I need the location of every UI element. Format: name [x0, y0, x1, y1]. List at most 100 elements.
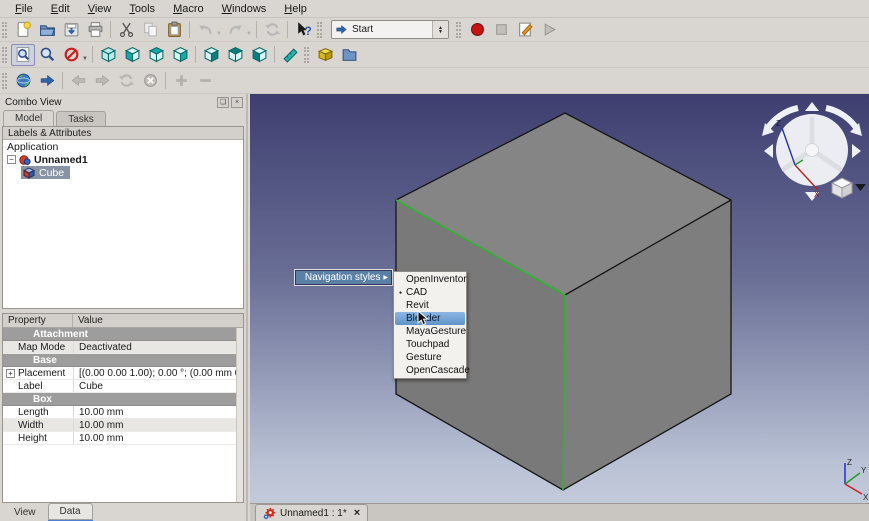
- measure-button[interactable]: [278, 44, 302, 66]
- submenu-item[interactable]: ● OpenCascade: [395, 364, 470, 377]
- nav-arrow-up-icon[interactable]: [805, 102, 819, 111]
- copy-button[interactable]: [138, 19, 162, 41]
- toolbar-grip[interactable]: [304, 46, 309, 63]
- panel-float-button[interactable]: ❏: [217, 96, 229, 108]
- menu-item[interactable]: Macro: [164, 1, 213, 17]
- property-value[interactable]: 10.00 mm: [73, 406, 243, 418]
- property-value[interactable]: 10.00 mm: [73, 432, 243, 444]
- draw-style-dropdown-icon[interactable]: ▼: [82, 56, 89, 62]
- view-rear-button[interactable]: [199, 44, 223, 66]
- zoom-out-button[interactable]: [193, 70, 217, 92]
- whats-this-button[interactable]: ?: [291, 19, 315, 41]
- create-group-button[interactable]: [337, 44, 361, 66]
- toolbar-grip[interactable]: [2, 21, 7, 38]
- nav-mini-cube-menu[interactable]: [830, 177, 866, 199]
- menu-item[interactable]: View: [79, 1, 121, 17]
- macro-edit-button[interactable]: [513, 19, 537, 41]
- save-button[interactable]: [59, 19, 83, 41]
- stop-load-button[interactable]: [138, 70, 162, 92]
- property-value[interactable]: [(0.00 0.00 1.00); 0.00 °; (0.00 mm 0.00…: [73, 367, 243, 379]
- property-value[interactable]: 10.00 mm: [73, 419, 243, 431]
- menu-item-navigation-styles[interactable]: Navigation styles ▶: [296, 271, 391, 284]
- new-document-button[interactable]: [11, 19, 35, 41]
- panel-close-button[interactable]: ×: [231, 96, 243, 108]
- property-row[interactable]: + Length 10.00 mm: [3, 406, 243, 419]
- workbench-spinner[interactable]: ▲ ▼: [432, 21, 448, 38]
- collapse-icon[interactable]: −: [7, 155, 16, 164]
- value-column-header[interactable]: Value: [73, 315, 243, 326]
- print-button[interactable]: [83, 19, 107, 41]
- macro-stop-button[interactable]: [489, 19, 513, 41]
- expand-icon[interactable]: +: [6, 368, 15, 378]
- menu-item[interactable]: Windows: [213, 1, 276, 17]
- property-row[interactable]: + Width 10.00 mm: [3, 419, 243, 432]
- start-page-button[interactable]: [35, 70, 59, 92]
- menu-item[interactable]: Tools: [120, 1, 164, 17]
- property-row[interactable]: + Base: [3, 354, 243, 367]
- macro-record-button[interactable]: [465, 19, 489, 41]
- combo-view-tab[interactable]: Model: [3, 110, 55, 127]
- forward-button[interactable]: [90, 70, 114, 92]
- navigation-cube[interactable]: Z X: [762, 102, 866, 201]
- menu-item[interactable]: File: [6, 1, 42, 17]
- tree-root-application[interactable]: Application: [3, 140, 243, 153]
- view-isometric-button[interactable]: [96, 44, 120, 66]
- redo-dropdown-icon[interactable]: ▼: [246, 31, 253, 37]
- submenu-item[interactable]: ● Blender: [395, 312, 465, 325]
- property-row[interactable]: + Attachment: [3, 328, 243, 341]
- document-tab[interactable]: Unnamed1 : 1* ×: [255, 504, 369, 521]
- redo-button[interactable]: [223, 19, 247, 41]
- submenu-item[interactable]: ● CAD: [395, 286, 465, 299]
- combo-view-tab[interactable]: Tasks: [56, 111, 106, 127]
- submenu-item[interactable]: ● OpenInventor: [395, 273, 467, 286]
- property-column-header[interactable]: Property: [3, 314, 73, 327]
- view-right-button[interactable]: [168, 44, 192, 66]
- submenu-item[interactable]: ● Revit: [395, 299, 465, 312]
- tree-item-cube[interactable]: Cube: [3, 166, 243, 179]
- toolbar-grip[interactable]: [317, 21, 322, 38]
- selected-tree-item[interactable]: Cube: [21, 166, 71, 179]
- menu-item[interactable]: Help: [275, 1, 316, 17]
- submenu-item[interactable]: ● MayaGesture: [395, 325, 466, 338]
- property-value[interactable]: Cube: [73, 380, 243, 392]
- tree-item-document[interactable]: − Unnamed1: [3, 153, 243, 166]
- property-scrollbar[interactable]: [236, 328, 243, 502]
- property-row[interactable]: + Label Cube: [3, 380, 243, 393]
- property-row[interactable]: + Map Mode Deactivated: [3, 341, 243, 354]
- zoom-button[interactable]: [35, 44, 59, 66]
- undo-button[interactable]: [193, 19, 217, 41]
- open-website-button[interactable]: [11, 70, 35, 92]
- tab-close-icon[interactable]: ×: [354, 507, 360, 519]
- workbench-selector[interactable]: Start ▲ ▼: [331, 20, 449, 39]
- paste-button[interactable]: [162, 19, 186, 41]
- view-left-button[interactable]: [247, 44, 271, 66]
- combo-view-titlebar[interactable]: Combo View ❏ ×: [0, 94, 246, 110]
- view-bottom-button[interactable]: [223, 44, 247, 66]
- fit-all-button[interactable]: [11, 43, 35, 66]
- toolbar-grip[interactable]: [2, 46, 7, 63]
- refresh-button[interactable]: [260, 19, 284, 41]
- toolbar-grip[interactable]: [2, 72, 7, 89]
- 3d-viewport[interactable]: Z X Z Y X Navigation styles ▶ OpenInvent…: [250, 94, 869, 503]
- reload-button[interactable]: [114, 70, 138, 92]
- undo-dropdown-icon[interactable]: ▼: [216, 31, 223, 37]
- create-part-button[interactable]: [313, 44, 337, 66]
- zoom-in-button[interactable]: [169, 70, 193, 92]
- view-top-button[interactable]: [144, 44, 168, 66]
- property-row[interactable]: + Placement [(0.00 0.00 1.00); 0.00 °; (…: [3, 367, 243, 380]
- back-button[interactable]: [66, 70, 90, 92]
- property-mode-tab[interactable]: Data: [47, 503, 93, 520]
- nav-arrow-left-icon[interactable]: [764, 144, 773, 158]
- view-front-button[interactable]: [120, 44, 144, 66]
- menu-item[interactable]: Edit: [42, 1, 79, 17]
- property-row[interactable]: + Height 10.00 mm: [3, 432, 243, 445]
- submenu-item[interactable]: ● Touchpad: [395, 338, 465, 351]
- cut-button[interactable]: [114, 19, 138, 41]
- toolbar-grip[interactable]: [456, 21, 461, 38]
- property-value[interactable]: Deactivated: [73, 341, 243, 353]
- property-row[interactable]: + Box: [3, 393, 243, 406]
- open-button[interactable]: [35, 19, 59, 41]
- property-mode-tab[interactable]: View: [2, 504, 48, 520]
- macro-play-button[interactable]: [537, 19, 561, 41]
- submenu-item[interactable]: ● Gesture: [395, 351, 465, 364]
